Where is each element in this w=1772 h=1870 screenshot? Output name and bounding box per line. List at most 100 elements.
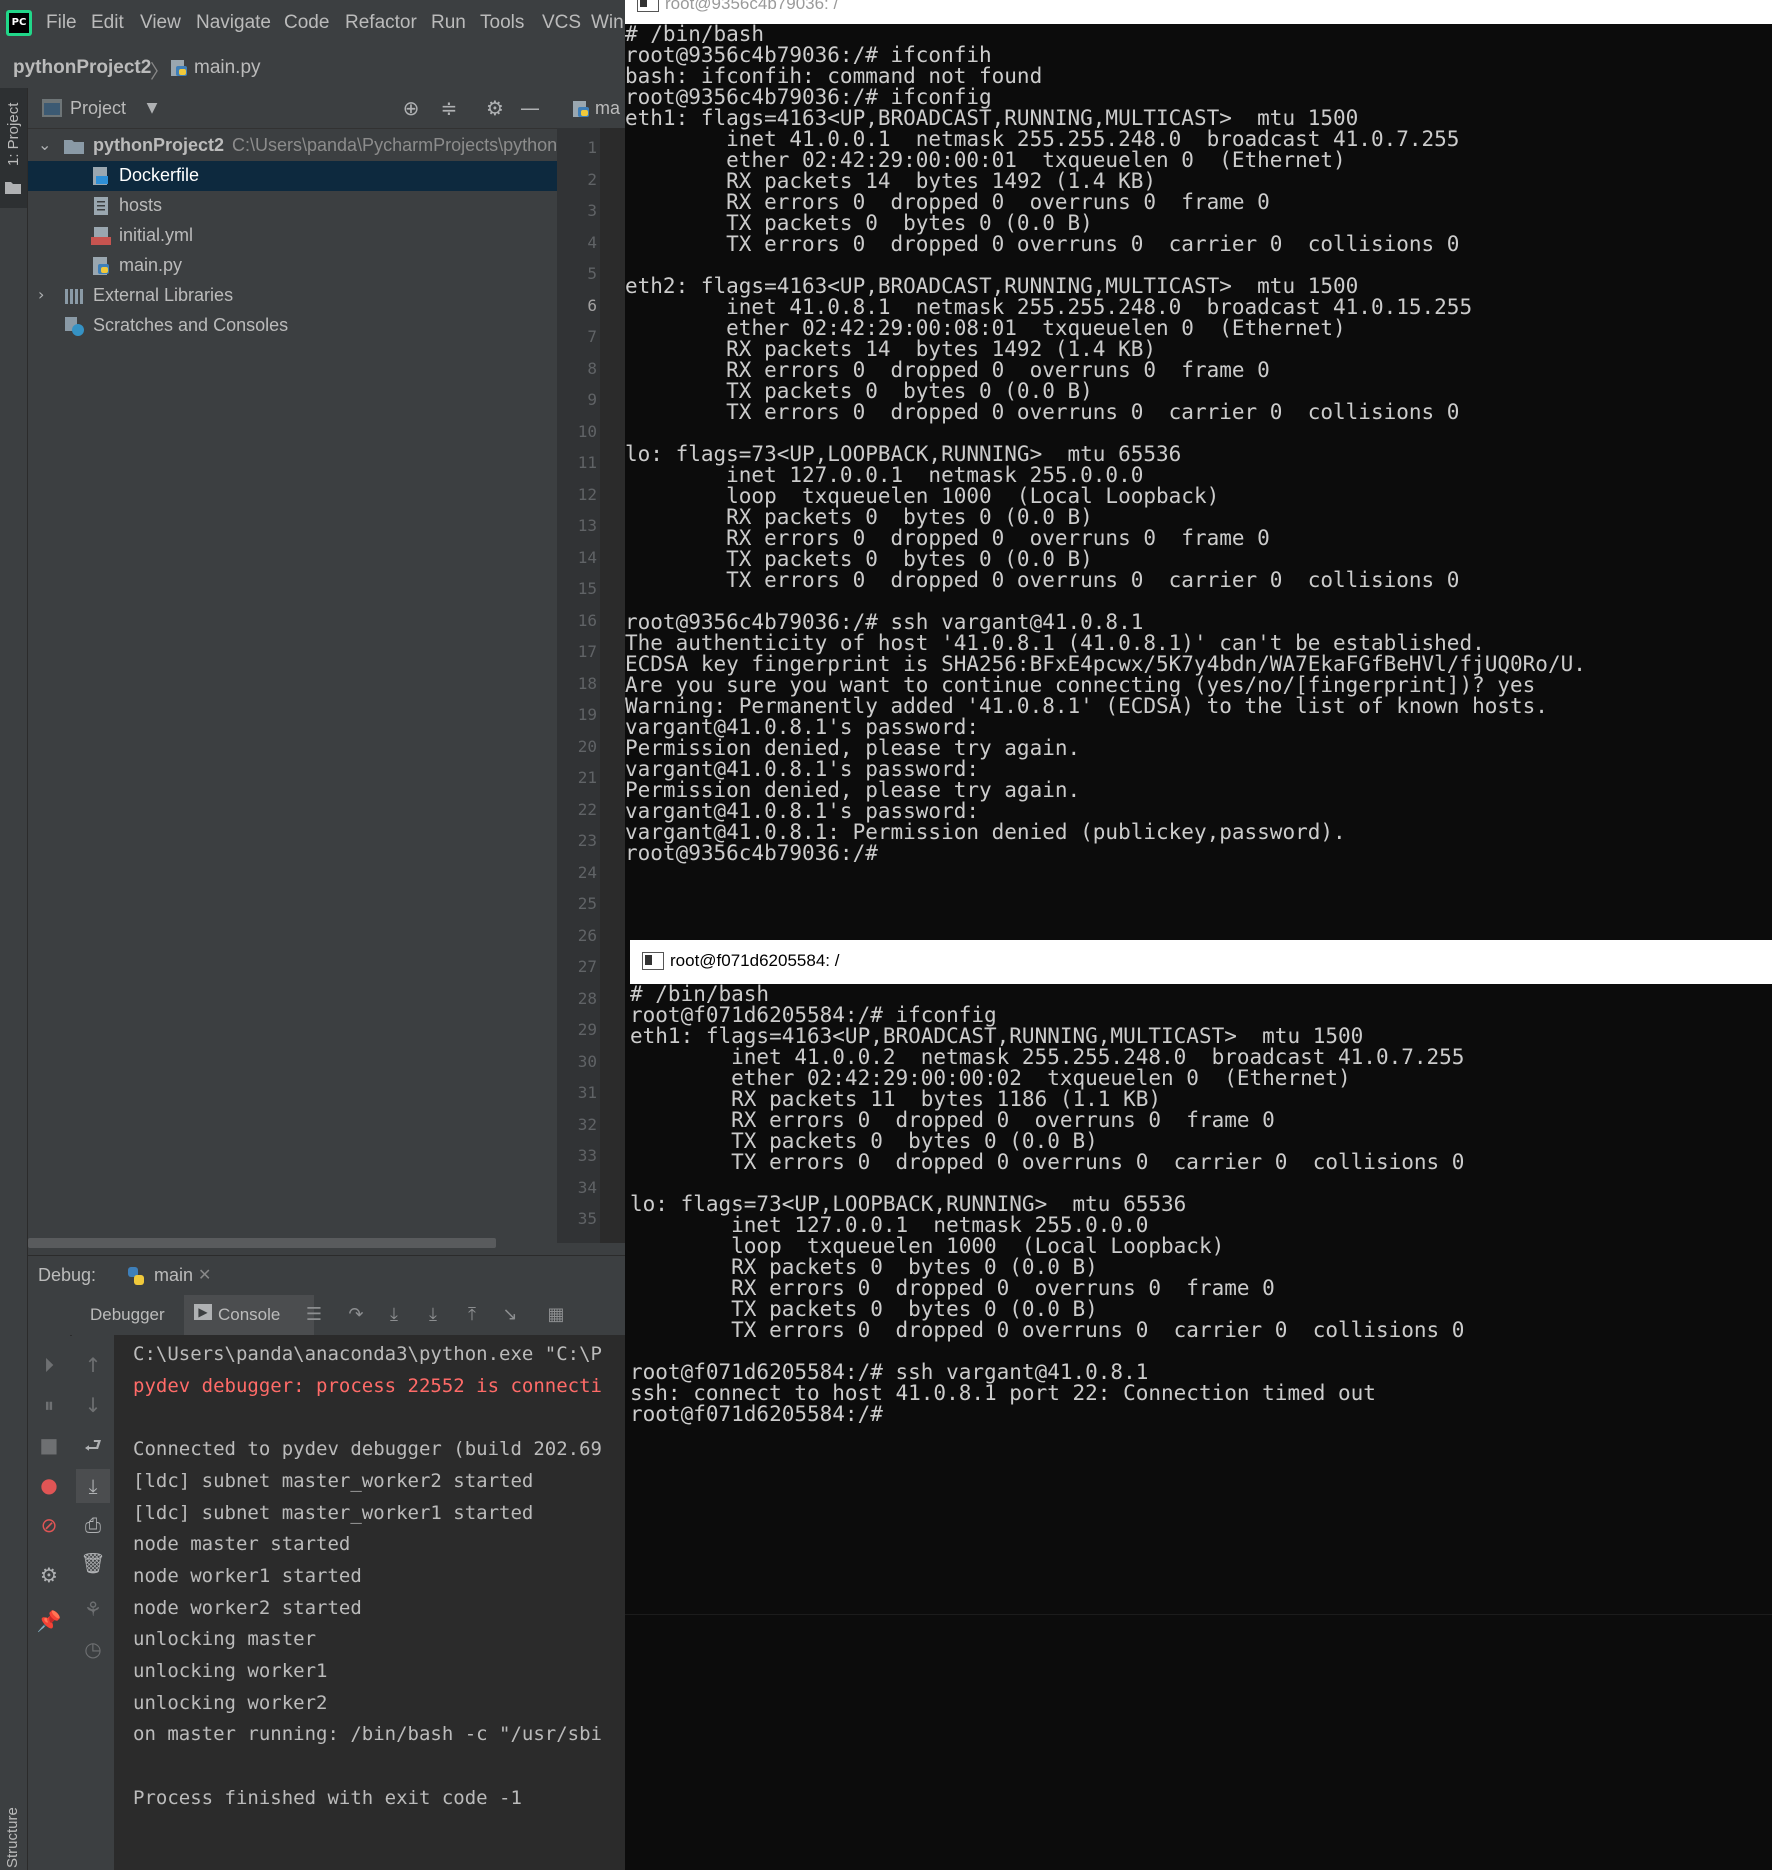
run-to-cursor-icon[interactable]: ↘ (498, 1303, 522, 1327)
terminal-1-title: root@9356c4b79036: / (665, 0, 839, 13)
python-console-icon[interactable]: ⚘ (79, 1595, 107, 1623)
menu-view[interactable]: View (140, 12, 181, 34)
terminal-line: Permission denied, please try again. (625, 736, 1081, 760)
menu-window[interactable]: Win (591, 12, 624, 34)
settings-icon[interactable]: ⚙ (35, 1561, 63, 1589)
console-line: unlocking worker2 (133, 1691, 328, 1714)
chevron-down-icon[interactable]: ▼ (140, 96, 164, 120)
line-number: 3 (587, 201, 597, 220)
terminal-1-titlebar[interactable]: root@9356c4b79036: / (625, 0, 1772, 24)
stop-icon[interactable]: ■ (35, 1431, 63, 1459)
terminal-line: vargant@41.0.8.1: Permission denied (pub… (625, 820, 1346, 844)
menu-lines-icon[interactable]: ☰ (302, 1303, 326, 1327)
line-number: 33 (577, 1146, 597, 1165)
tree-item-project-root[interactable]: ⌄ pythonProject2 C:\Users\panda\PycharmP… (28, 131, 557, 161)
line-number: 35 (577, 1209, 597, 1228)
console-icon: ▶ (194, 1304, 212, 1320)
arrow-up-icon[interactable]: ↑ (79, 1351, 107, 1379)
debug-console-output[interactable]: C:\Users\panda\anaconda3\python.exe "C:\… (115, 1335, 625, 1870)
menu-refactor[interactable]: Refactor (345, 12, 417, 34)
collapse-all-icon[interactable]: ≑ (437, 96, 461, 120)
minimize-icon[interactable]: — (518, 96, 542, 120)
tab-debugger[interactable]: Debugger (90, 1305, 165, 1325)
editor-tab-main-py[interactable]: ma (595, 98, 620, 119)
debug-session-tab[interactable]: main ✕ (108, 1256, 218, 1299)
tree-item-dockerfile[interactable]: Dockerfile (28, 161, 557, 191)
resume-icon[interactable]: ⏵ (35, 1351, 63, 1379)
editor-area[interactable] (600, 128, 625, 1243)
tree-item-scratches[interactable]: Scratches and Consoles (28, 311, 557, 341)
terminal-line: RX packets 0 bytes 0 (0.0 B) (630, 1255, 1098, 1279)
horizontal-scrollbar[interactable] (28, 1238, 496, 1248)
menu-navigate[interactable]: Navigate (196, 12, 271, 34)
breadcrumb-file[interactable]: main.py (194, 57, 261, 79)
terminal-line: TX packets 0 bytes 0 (0.0 B) (630, 1129, 1098, 1153)
tree-item-initial-yml[interactable]: initial.yml (28, 221, 557, 251)
step-out-icon[interactable]: ⤒ (460, 1303, 484, 1327)
terminal-line: RX packets 14 bytes 1492 (1.4 KB) (625, 337, 1157, 361)
debug-session-label: main (154, 1265, 194, 1285)
soft-wrap-icon[interactable]: ⮐ (79, 1431, 107, 1459)
terminal-line: inet 41.0.0.1 netmask 255.255.248.0 broa… (625, 127, 1460, 151)
project-tool-tab-label: 1: Project (5, 102, 22, 166)
line-number: 16 (577, 610, 597, 630)
docker-file-icon (93, 167, 108, 185)
step-into-icon[interactable]: ⤓ (382, 1303, 406, 1327)
debug-side-toolbar: ⏵ ⏸ ■ ● ⊘ ⚙ 📌 (28, 1295, 70, 1870)
console-line: Connected to pydev debugger (build 202.6… (133, 1438, 602, 1461)
terminal-line: RX packets 0 bytes 0 (0.0 B) (625, 505, 1093, 529)
menu-vcs[interactable]: VCS (542, 12, 581, 34)
arrow-down-icon[interactable]: ↓ (79, 1391, 107, 1419)
locate-target-icon[interactable]: ⊕ (399, 96, 423, 120)
line-number: 18 (577, 673, 597, 693)
terminal-2-output[interactable]: # /bin/bash root@f071d6205584:/# ifconfig… (630, 984, 1772, 1614)
terminal-line: # /bin/bash (625, 22, 765, 46)
project-tool-tab[interactable]: 1: Project (0, 88, 27, 208)
terminal-window-2[interactable]: root@f071d6205584: / # /bin/bash root@f07… (625, 938, 1772, 1870)
terminal-line: vargant@41.0.8.1's password: (625, 757, 980, 781)
terminal-line: Permission denied, please try again. (625, 778, 1081, 802)
pause-icon[interactable]: ⏸ (35, 1391, 63, 1419)
pin-icon[interactable]: 📌 (35, 1607, 63, 1635)
menu-file[interactable]: File (46, 12, 77, 34)
close-icon[interactable]: ✕ (198, 1265, 211, 1284)
step-over-icon[interactable]: ↷ (344, 1303, 368, 1327)
tree-item-hosts[interactable]: hosts (28, 191, 557, 221)
print-icon[interactable]: ⎙ (79, 1511, 107, 1539)
terminal-line: root@9356c4b79036:/# ssh vargant@41.0.8.… (625, 610, 1144, 634)
terminal-line: vargant@41.0.8.1's password: (625, 799, 980, 823)
project-panel-title[interactable]: Project (70, 98, 126, 119)
tree-item-external-libraries[interactable]: › External Libraries (28, 281, 557, 311)
tree-item-main-py[interactable]: main.py (28, 251, 557, 281)
view-breakpoints-icon[interactable]: ● (35, 1471, 63, 1499)
gear-icon[interactable]: ⚙ (483, 96, 507, 120)
structure-tool-tab[interactable]: Structure (4, 1807, 21, 1868)
evaluate-table-icon[interactable]: ▦ (544, 1303, 568, 1327)
terminal-window-1[interactable]: root@9356c4b79036: / # /bin/bash root@935… (625, 0, 1772, 938)
line-number: 12 (577, 484, 597, 504)
chevron-right-icon[interactable]: › (38, 285, 44, 304)
terminal-line: inet 127.0.0.1 netmask 255.0.0.0 (630, 1213, 1149, 1237)
line-number: 34 (577, 1177, 597, 1197)
terminal-line: # /bin/bash (630, 982, 770, 1006)
terminal-line: ether 02:42:29:00:08:01 txqueuelen 0 (Et… (625, 316, 1346, 340)
terminal-line: eth2: flags=4163<UP,BROADCAST,RUNNING,MU… (625, 274, 1359, 298)
menu-run[interactable]: Run (431, 12, 466, 34)
console-window-icon (642, 952, 664, 970)
terminal-2-titlebar[interactable]: root@f071d6205584: / (630, 940, 1772, 984)
console-line: node worker2 started (133, 1596, 362, 1619)
tab-console[interactable]: ▶ Console (184, 1295, 314, 1335)
terminal-1-output[interactable]: # /bin/bash root@9356c4b79036:/# ifconfih… (625, 24, 1772, 938)
terminal-line: TX packets 0 bytes 0 (0.0 B) (630, 1297, 1098, 1321)
menu-edit[interactable]: Edit (91, 12, 124, 34)
trash-icon[interactable]: 🗑 (79, 1549, 107, 1577)
menu-code[interactable]: Code (284, 12, 329, 34)
line-number: 10 (577, 421, 597, 441)
history-clock-icon[interactable]: ◷ (79, 1635, 107, 1663)
menu-tools[interactable]: Tools (480, 12, 524, 34)
force-step-into-icon[interactable]: ⤓ (421, 1303, 445, 1327)
chevron-down-icon[interactable]: ⌄ (38, 135, 51, 154)
mute-breakpoints-icon[interactable]: ⊘ (35, 1511, 63, 1539)
breadcrumb-project[interactable]: pythonProject2 (13, 57, 151, 79)
scroll-to-end-toggle[interactable]: ⤓ (76, 1469, 110, 1503)
